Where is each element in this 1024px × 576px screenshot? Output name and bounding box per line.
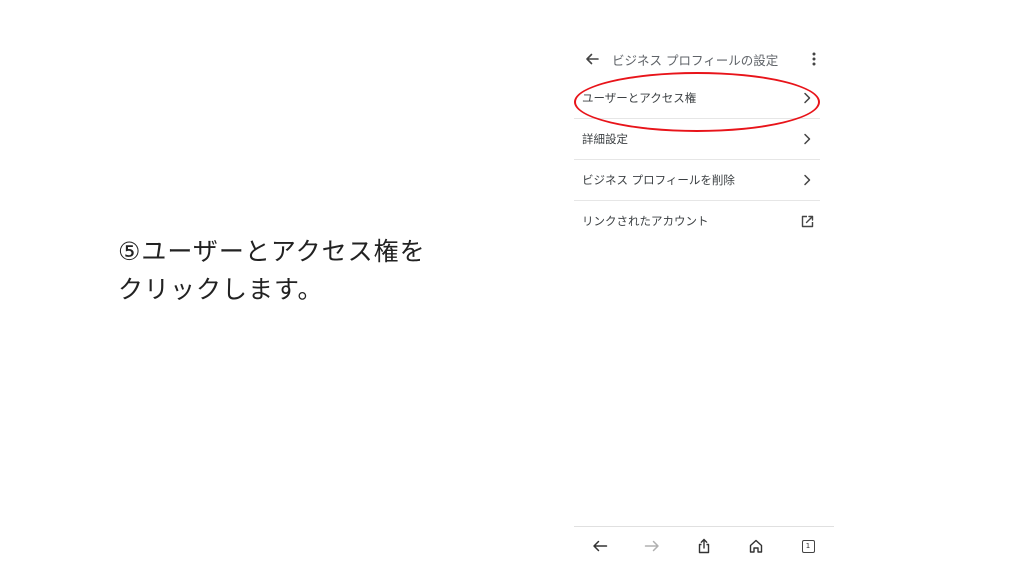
forward-icon[interactable]	[640, 534, 664, 558]
menu-item-label: ビジネス プロフィールを削除	[582, 173, 735, 187]
instruction-line-1: ⑤ユーザーとアクセス権を	[118, 237, 426, 266]
page-title: ビジネス プロフィールの設定	[612, 52, 779, 68]
menu-item-advanced-settings[interactable]: 詳細設定	[574, 119, 820, 160]
tabs-icon[interactable]: 1	[796, 534, 820, 558]
share-icon[interactable]	[692, 534, 716, 558]
menu-item-users-access[interactable]: ユーザーとアクセス権	[574, 78, 820, 119]
tab-count: 1	[801, 539, 815, 553]
menu-item-label: リンクされたアカウント	[582, 214, 709, 228]
back-arrow-icon[interactable]	[578, 45, 606, 73]
chevron-right-icon	[798, 89, 816, 107]
open-in-new-icon	[798, 212, 816, 230]
home-icon[interactable]	[744, 534, 768, 558]
back-icon[interactable]	[588, 534, 612, 558]
settings-menu: ユーザーとアクセス権 詳細設定 ビジネス プロフィールを削除 リンクされたアカウ…	[574, 78, 820, 241]
browser-toolbar: 1	[574, 526, 834, 565]
more-vertical-icon[interactable]	[804, 48, 824, 70]
chevron-right-icon	[798, 130, 816, 148]
menu-item-delete-profile[interactable]: ビジネス プロフィールを削除	[574, 160, 820, 201]
chevron-right-icon	[798, 171, 816, 189]
menu-item-label: ユーザーとアクセス権	[582, 91, 697, 105]
instruction-text: ⑤ユーザーとアクセス権を クリックします。	[118, 233, 498, 309]
menu-item-label: 詳細設定	[582, 132, 628, 146]
app-bar: ビジネス プロフィールの設定	[574, 38, 834, 80]
phone-screen: ビジネス プロフィールの設定 ユーザーとアクセス権 詳細設定 ビジネス プロフィ…	[574, 38, 834, 564]
menu-item-linked-accounts[interactable]: リンクされたアカウント	[574, 201, 820, 241]
instruction-line-2: クリックします。	[118, 275, 324, 304]
